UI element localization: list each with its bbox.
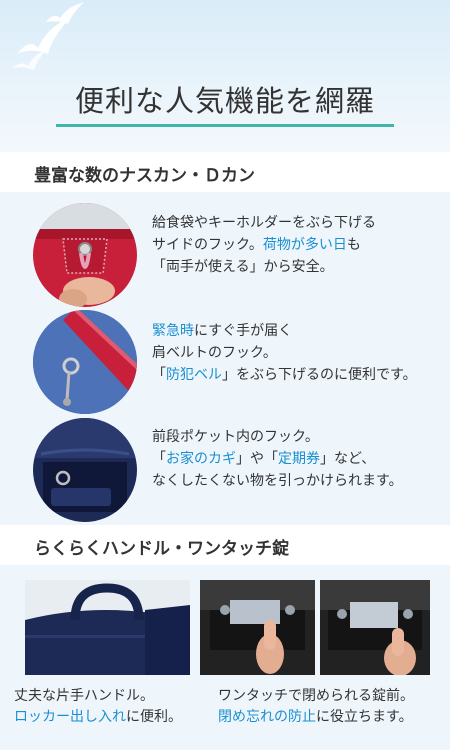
feature-line: なくしたくない物を引っかけられます。 bbox=[152, 470, 403, 492]
lock-photo-open bbox=[200, 580, 315, 675]
feature-highlight-text: 防犯ベル bbox=[166, 367, 222, 383]
feature-text-span: 」をぶら下げるのに便利です。 bbox=[222, 367, 417, 383]
feature-text-span: なくしたくない物を引っかけられます。 bbox=[152, 473, 403, 489]
lock-caption-rest: に役立ちます。 bbox=[316, 709, 413, 725]
feature-line: 肩ベルトのフック。 bbox=[152, 342, 417, 364]
feature-text-span: サイドのフック。 bbox=[152, 237, 263, 253]
feature-line: 「両手が使える」から安全。 bbox=[152, 256, 376, 278]
lock-caption-highlight: 閉め忘れの防止 bbox=[218, 709, 316, 725]
feature-line: 「防犯ベル」をぶら下げるのに便利です。 bbox=[152, 364, 417, 386]
handle-caption-line1: 丈夫な片手ハンドル。 bbox=[14, 688, 154, 704]
feature-line: サイドのフック。荷物が多い日も bbox=[152, 234, 376, 256]
feature-text-span: 「両手が使える」から安全。 bbox=[152, 259, 334, 275]
feature-line: 「お家のカギ」や「定期券」など、 bbox=[152, 448, 403, 470]
feature-text-span: 」など、 bbox=[320, 451, 376, 467]
feature-highlight-text: お家のカギ bbox=[166, 451, 236, 467]
feature-line: 前段ポケット内のフック。 bbox=[152, 426, 403, 448]
handle-caption: 丈夫な片手ハンドル。 ロッカー出し入れに便利。 bbox=[14, 686, 182, 728]
handle-caption-rest: に便利。 bbox=[126, 709, 182, 725]
feature-text-span: 前段ポケット内のフック。 bbox=[152, 429, 319, 445]
feature-text-span: 」や「 bbox=[236, 451, 278, 467]
feature-text-span: も bbox=[346, 237, 361, 253]
feature-highlight-text: 緊急時 bbox=[152, 323, 194, 339]
handle-caption-line2: ロッカー出し入れに便利。 bbox=[14, 707, 182, 728]
bird-icon bbox=[46, 2, 84, 24]
section-title-hooks: 豊富な数のナスカン・Ｄカン bbox=[34, 166, 255, 186]
feature-text-span: 給食袋やキーホルダーをぶら下げる bbox=[152, 215, 376, 231]
feature-text-span: にすぐ手が届く bbox=[194, 323, 293, 339]
handle-photo bbox=[25, 580, 190, 675]
feature-text-shoulder-hook: 緊急時にすぐ手が届く 肩ベルトのフック。 「防犯ベル」をぶら下げるのに便利です。 bbox=[152, 320, 417, 386]
feature-text-span: 「 bbox=[152, 367, 166, 383]
lock-caption: ワンタッチで閉められる錠前。 閉め忘れの防止に役立ちます。 bbox=[218, 686, 414, 728]
feature-line: 緊急時にすぐ手が届く bbox=[152, 320, 417, 342]
feature-line: 給食袋やキーホルダーをぶら下げる bbox=[152, 212, 376, 234]
lock-caption-line2: 閉め忘れの防止に役立ちます。 bbox=[218, 707, 414, 728]
pocket-hook-photo bbox=[33, 418, 137, 522]
feature-text-span: 「 bbox=[152, 451, 166, 467]
feature-text-pocket-hook: 前段ポケット内のフック。 「お家のカギ」や「定期券」など、 なくしたくない物を引っか… bbox=[152, 426, 403, 492]
handle-caption-highlight: ロッカー出し入れ bbox=[14, 709, 126, 725]
title-underline bbox=[56, 124, 394, 127]
lock-caption-line1: ワンタッチで閉められる錠前。 bbox=[218, 688, 414, 704]
feature-text-span: 肩ベルトのフック。 bbox=[152, 345, 277, 361]
page-title: 便利な人気機能を網羅 bbox=[74, 84, 375, 118]
feature-highlight-text: 定期券 bbox=[278, 451, 320, 467]
section-title-handle-lock: らくらくハンドル・ワンタッチ錠 bbox=[34, 539, 289, 559]
feature-text-side-hook: 給食袋やキーホルダーをぶら下げる サイドのフック。荷物が多い日も 「両手が使える」か… bbox=[152, 212, 376, 278]
side-hook-photo bbox=[33, 203, 137, 307]
lock-photo-closed bbox=[320, 580, 430, 675]
shoulder-hook-photo bbox=[33, 310, 137, 414]
feature-highlight-text: 荷物が多い日 bbox=[262, 237, 347, 253]
header-banner: 便利な人気機能を網羅 bbox=[0, 0, 450, 152]
